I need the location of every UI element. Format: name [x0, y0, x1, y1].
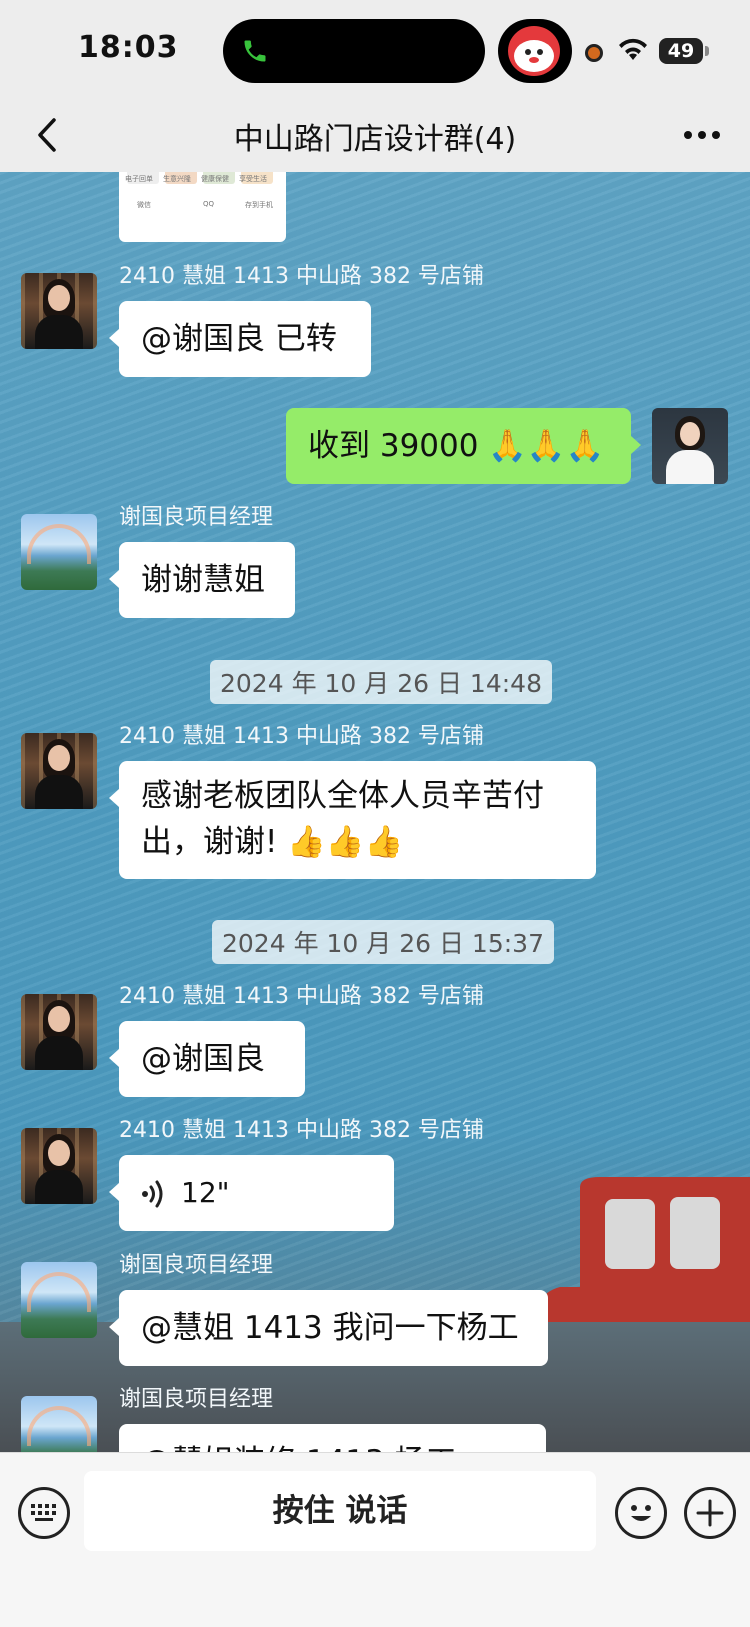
- sender-name: 谢国良项目经理: [119, 1387, 274, 1412]
- timestamp: 2024 年 10 月 26 日 14:48: [210, 660, 552, 704]
- avatar[interactable]: [21, 733, 97, 809]
- plus-icon[interactable]: [684, 1487, 736, 1539]
- message-line: 感谢老板团队全体人员辛苦付: [141, 778, 544, 814]
- sender-name: 2410 慧姐 1413 中山路 382 号店铺: [119, 264, 484, 289]
- battery-indicator: 49: [659, 38, 709, 64]
- input-bar: 按住 说话: [0, 1452, 750, 1627]
- preview-label: 健康保健: [201, 175, 229, 183]
- voice-duration: 12": [181, 1176, 230, 1209]
- avatar[interactable]: [21, 994, 97, 1070]
- dynamic-island[interactable]: [223, 19, 485, 83]
- keyboard-icon[interactable]: [18, 1487, 70, 1539]
- preview-label: 存到手机: [245, 201, 273, 209]
- app-badge[interactable]: [498, 19, 572, 83]
- emoji-icon[interactable]: [615, 1487, 667, 1539]
- message-bubble[interactable]: @慧姐装修 1413 杨工: [119, 1424, 546, 1452]
- preview-label: 生意兴隆: [163, 175, 191, 183]
- preview-label: QQ: [203, 200, 215, 208]
- avatar[interactable]: [21, 273, 97, 349]
- avatar[interactable]: [652, 408, 728, 484]
- chat-header: 中山路门店设计群(4): [0, 100, 750, 173]
- phone-icon: [244, 40, 266, 62]
- timestamp: 2024 年 10 月 26 日 15:37: [212, 920, 554, 964]
- chat-area[interactable]: 电子回单 生意兴隆 健康保健 享受生活 微信 QQ 存到手机 2410 慧姐 1…: [0, 172, 750, 1452]
- message-bubble[interactable]: @谢国良: [109, 1021, 305, 1097]
- chat-title: 中山路门店设计群(4): [233, 122, 517, 157]
- voice-message-bubble[interactable]: 12": [109, 1155, 394, 1231]
- sender-name: 谢国良项目经理: [119, 1253, 274, 1278]
- sender-name: 2410 慧姐 1413 中山路 382 号店铺: [119, 1118, 484, 1143]
- preview-label: 享受生活: [239, 175, 267, 183]
- avatar[interactable]: [21, 514, 97, 590]
- sender-name: 2410 慧姐 1413 中山路 382 号店铺: [119, 724, 484, 749]
- avatar[interactable]: [21, 1396, 97, 1452]
- message-bubble[interactable]: @谢国良 已转: [109, 301, 371, 377]
- hold-to-talk-button[interactable]: 按住 说话: [84, 1471, 596, 1551]
- message-bubble-self[interactable]: 收到 39000 🙏🙏🙏: [286, 408, 641, 484]
- more-icon[interactable]: [680, 122, 724, 148]
- preview-label: 微信: [137, 201, 151, 209]
- message-line: 出，谢谢! 👍👍👍: [141, 824, 404, 860]
- sender-name: 2410 慧姐 1413 中山路 382 号店铺: [119, 984, 484, 1009]
- sender-name: 谢国良项目经理: [119, 505, 274, 530]
- jd-mascot-icon: [508, 26, 560, 76]
- status-bar: 18:03 49: [0, 0, 750, 100]
- preview-label: 电子回单: [125, 175, 153, 183]
- status-time: 18:03: [78, 30, 179, 65]
- image-message-preview[interactable]: 电子回单 生意兴隆 健康保健 享受生活 微信 QQ 存到手机: [119, 172, 286, 242]
- wifi-icon: [619, 38, 647, 60]
- voice-wave-icon: [142, 1180, 163, 1208]
- message-bubble[interactable]: 感谢老板团队全体人员辛苦付 出，谢谢! 👍👍👍: [109, 761, 596, 879]
- recording-indicator: [585, 44, 603, 62]
- avatar[interactable]: [21, 1262, 97, 1338]
- avatar[interactable]: [21, 1128, 97, 1204]
- message-bubble[interactable]: @慧姐 1413 我问一下杨工: [109, 1290, 548, 1366]
- message-bubble[interactable]: 谢谢慧姐: [109, 542, 295, 618]
